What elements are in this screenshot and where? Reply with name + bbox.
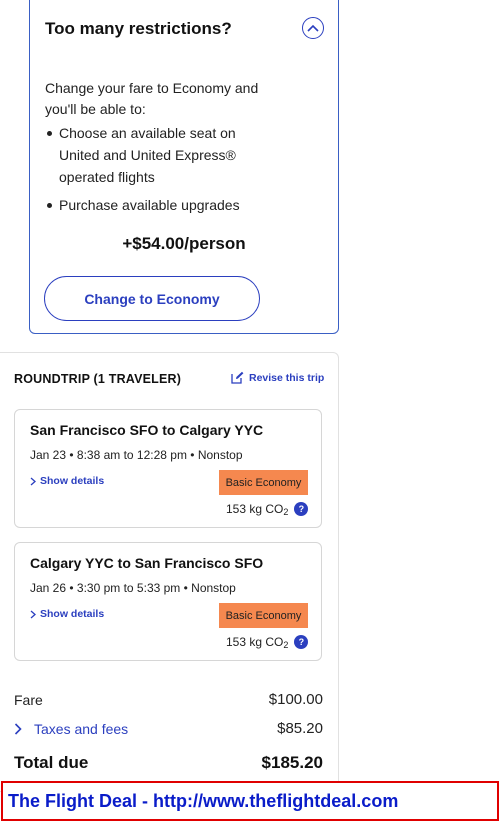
help-icon[interactable]: ? (294, 502, 309, 516)
co2-subscript: 2 (283, 640, 289, 650)
flight-card-return: Calgary YYC to San Francisco SFO Jan 26 … (14, 542, 322, 661)
upsell-description: Change your fare to Economy and you'll b… (45, 80, 259, 117)
taxes-row: Taxes and fees $85.20 (14, 720, 323, 737)
show-details-label: Show details (40, 608, 105, 620)
watermark-text: The Flight Deal - http://www.theflightde… (8, 791, 399, 811)
benefit-item: Choose an available seat on United and U… (45, 122, 265, 188)
chevron-right-icon (30, 477, 36, 485)
show-details-link[interactable]: Show details (30, 608, 104, 620)
co2-value: 153 kg CO (226, 635, 284, 649)
collapse-button[interactable] (302, 17, 324, 39)
taxes-toggle[interactable]: Taxes and fees (14, 721, 128, 737)
fare-upsell-card: Too many restrictions? Change your fare … (29, 0, 339, 334)
chevron-up-icon (307, 24, 319, 32)
flight-route: San Francisco SFO to Calgary YYC (30, 422, 264, 438)
change-to-economy-button[interactable]: Change to Economy (44, 276, 260, 321)
show-details-label: Show details (40, 475, 105, 487)
flight-card-outbound: San Francisco SFO to Calgary YYC Jan 23 … (14, 409, 322, 528)
trip-summary-heading: ROUNDTRIP (1 TRAVELER) (14, 372, 182, 386)
upsell-title: Too many restrictions? (45, 19, 232, 38)
fare-value: $100.00 (268, 691, 323, 708)
flight-time: Jan 23 • 8:38 am to 12:28 pm • Nonstop (30, 448, 243, 462)
co2-subscript: 2 (283, 507, 289, 517)
total-label: Total due (14, 753, 89, 772)
revise-trip-label: Revise this trip (249, 371, 325, 384)
upsell-price: +$54.00/person (122, 234, 246, 253)
total-value: $185.20 (261, 753, 323, 772)
watermark-banner: The Flight Deal - http://www.theflightde… (1, 781, 499, 821)
taxes-value: $85.20 (277, 720, 323, 737)
trip-summary-panel: ROUNDTRIP (1 TRAVELER) Revise this trip … (0, 352, 339, 792)
fare-class-badge: Basic Economy (219, 470, 308, 495)
benefit-list: Choose an available seat on United and U… (45, 122, 265, 222)
revise-trip-link[interactable]: Revise this trip (231, 371, 324, 384)
show-details-link[interactable]: Show details (30, 475, 104, 487)
fare-label: Fare (14, 691, 43, 708)
fare-class-badge: Basic Economy (219, 603, 308, 628)
flight-time: Jan 26 • 3:30 pm to 5:33 pm • Nonstop (30, 581, 236, 595)
edit-icon (231, 371, 244, 384)
co2-emissions: 153 kg CO 2 ? (226, 502, 309, 517)
co2-emissions: 153 kg CO 2 ? (226, 635, 309, 650)
benefit-item: Purchase available upgrades (45, 194, 265, 216)
co2-value: 153 kg CO (226, 502, 284, 516)
help-icon[interactable]: ? (294, 635, 309, 649)
fare-row: Fare $100.00 (14, 691, 323, 708)
flight-route: Calgary YYC to San Francisco SFO (30, 555, 264, 571)
chevron-right-icon (14, 722, 22, 735)
taxes-label: Taxes and fees (34, 720, 129, 737)
total-row: Total due $185.20 (14, 753, 323, 773)
chevron-right-icon (30, 610, 36, 618)
